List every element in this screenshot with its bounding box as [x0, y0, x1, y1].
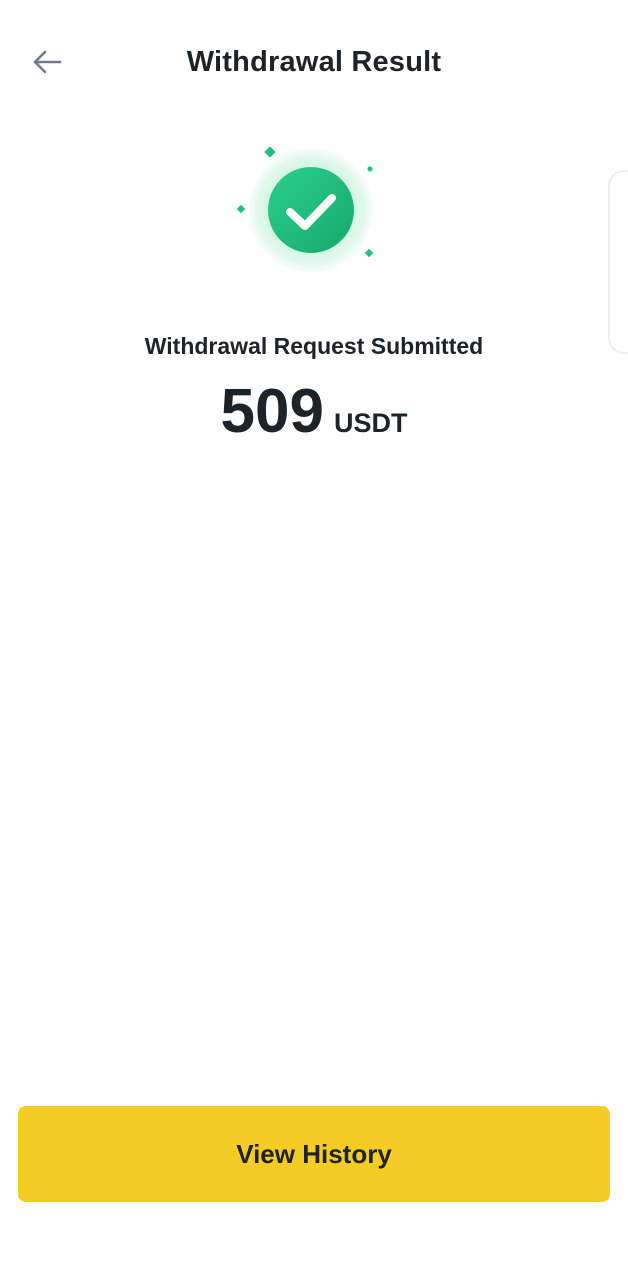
view-history-button[interactable]: View History [18, 1106, 610, 1202]
status-text: Withdrawal Request Submitted [144, 333, 484, 359]
success-graphic [224, 138, 394, 278]
page-title: Withdrawal Result [186, 46, 442, 78]
amount-value: 509 [220, 377, 324, 446]
amount-unit: USDT [333, 408, 408, 438]
amount-row: 509 USDT [0, 376, 628, 447]
side-panel-edge [608, 170, 628, 354]
header: Withdrawal Result [0, 30, 628, 96]
check-circle-icon [236, 146, 374, 272]
